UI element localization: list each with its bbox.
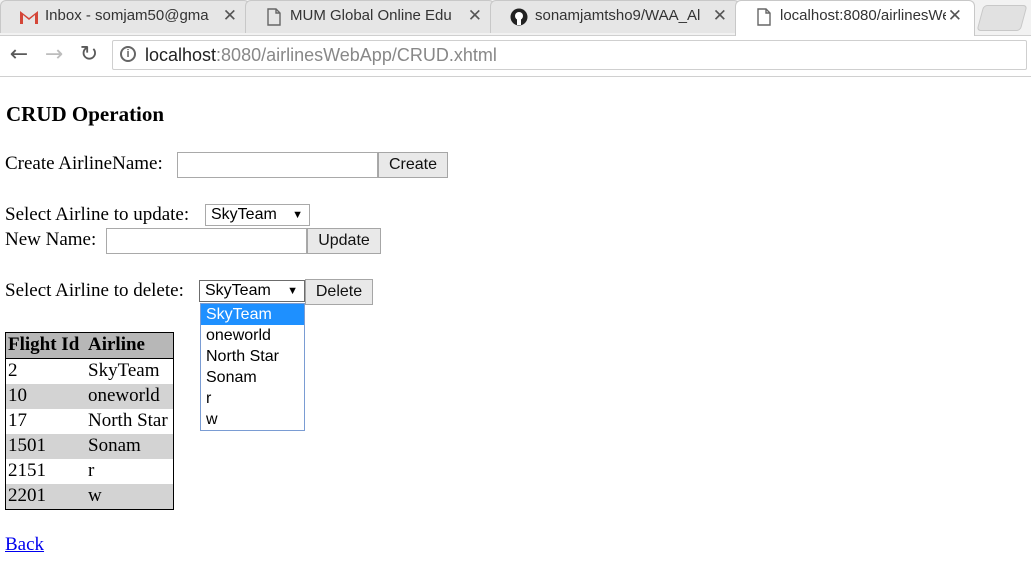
gmail-icon — [20, 11, 38, 24]
delete-select-value: SkyTeam — [205, 282, 271, 299]
url-text: localhost:8080/airlinesWebApp/CRUD.xhtml — [145, 45, 497, 66]
flight-id-cell: 2151 — [8, 460, 46, 481]
table-row: 2151 r — [6, 459, 173, 484]
airline-cell: w — [88, 485, 102, 506]
dropdown-arrow-icon: ▼ — [287, 285, 298, 297]
close-tab-icon[interactable]: ✕ — [223, 6, 237, 26]
tab-github[interactable]: sonamjamtsho9/WAA_Al ✕ — [490, 0, 740, 33]
new-name-label: New Name: — [5, 229, 97, 250]
table-row: 1501 Sonam — [6, 434, 173, 459]
airline-cell: r — [88, 460, 95, 481]
update-select-value: SkyTeam — [211, 206, 277, 223]
tab-localhost[interactable]: localhost:8080/airlinesWe ✕ — [735, 0, 975, 36]
table-row: 2201 w — [6, 484, 173, 509]
close-tab-icon[interactable]: ✕ — [948, 6, 962, 26]
create-airline-input[interactable] — [177, 152, 378, 178]
table-row: 17 North Star — [6, 409, 173, 434]
back-link[interactable]: Back — [5, 534, 44, 556]
airline-cell: SkyTeam — [88, 360, 160, 381]
column-header-flight-id: Flight Id — [8, 334, 80, 355]
reload-icon[interactable]: ↻ — [76, 42, 102, 68]
address-toolbar: ← → ↻ i localhost:8080/airlinesWebApp/CR… — [0, 36, 1031, 77]
delete-airline-select[interactable]: SkyTeam ▼ — [199, 280, 305, 302]
create-button[interactable]: Create — [378, 152, 448, 178]
delete-airline-dropdown-list: SkyTeam oneworld North Star Sonam r w — [200, 303, 305, 431]
dropdown-option-skyteam[interactable]: SkyTeam — [201, 304, 304, 325]
dropdown-arrow-icon: ▼ — [292, 209, 303, 221]
table-row: 2 SkyTeam — [6, 359, 173, 384]
url-host: localhost — [145, 45, 217, 65]
column-header-airline: Airline — [88, 334, 145, 355]
address-bar[interactable]: i localhost:8080/airlinesWebApp/CRUD.xht… — [112, 40, 1027, 70]
tab-title: MUM Global Online Edu — [290, 7, 452, 24]
airlines-table: Flight Id Airline 2 SkyTeam 10 oneworld … — [5, 332, 174, 510]
update-airline-select[interactable]: SkyTeam ▼ — [205, 204, 310, 226]
airline-cell: Sonam — [88, 435, 141, 456]
page-content: CRUD Operation Create AirlineName: Creat… — [0, 77, 1031, 573]
page-title: CRUD Operation — [6, 102, 165, 126]
dropdown-option-north-star[interactable]: North Star — [201, 346, 304, 367]
airline-cell: oneworld — [88, 385, 160, 406]
tab-title: localhost:8080/airlinesWe — [780, 7, 946, 24]
tab-mum-global[interactable]: MUM Global Online Edu ✕ — [245, 0, 495, 33]
delete-select-label: Select Airline to delete: — [5, 280, 184, 301]
forward-arrow-icon[interactable]: → — [41, 42, 67, 68]
dropdown-option-r[interactable]: r — [201, 388, 304, 409]
flight-id-cell: 17 — [8, 410, 27, 431]
document-icon — [267, 8, 281, 26]
delete-button[interactable]: Delete — [305, 279, 373, 305]
create-airline-label: Create AirlineName: — [5, 153, 163, 174]
dropdown-option-w[interactable]: w — [201, 409, 304, 430]
flight-id-cell: 2 — [8, 360, 18, 381]
update-button[interactable]: Update — [307, 228, 381, 254]
document-icon — [757, 8, 771, 26]
url-path: :8080/airlinesWebApp/CRUD.xhtml — [216, 45, 497, 65]
new-name-input[interactable] — [106, 228, 307, 254]
github-icon — [510, 8, 528, 26]
update-select-label: Select Airline to update: — [5, 204, 190, 225]
tab-gmail-inbox[interactable]: Inbox - somjam50@gma ✕ — [0, 0, 250, 33]
new-tab-button[interactable] — [976, 5, 1028, 31]
back-arrow-icon[interactable]: ← — [6, 42, 32, 68]
table-row: 10 oneworld — [6, 384, 173, 409]
flight-id-cell: 2201 — [8, 485, 46, 506]
airline-cell: North Star — [88, 410, 168, 431]
close-tab-icon[interactable]: ✕ — [713, 6, 727, 26]
close-tab-icon[interactable]: ✕ — [468, 6, 482, 26]
info-icon[interactable]: i — [120, 46, 136, 62]
tab-title: Inbox - somjam50@gma — [45, 7, 209, 24]
flight-id-cell: 10 — [8, 385, 27, 406]
dropdown-option-oneworld[interactable]: oneworld — [201, 325, 304, 346]
dropdown-option-sonam[interactable]: Sonam — [201, 367, 304, 388]
tab-title: sonamjamtsho9/WAA_Al — [535, 7, 701, 24]
flight-id-cell: 1501 — [8, 435, 46, 456]
table-header-row: Flight Id Airline — [6, 333, 173, 359]
tab-strip: Inbox - somjam50@gma ✕ MUM Global Online… — [0, 0, 1031, 36]
